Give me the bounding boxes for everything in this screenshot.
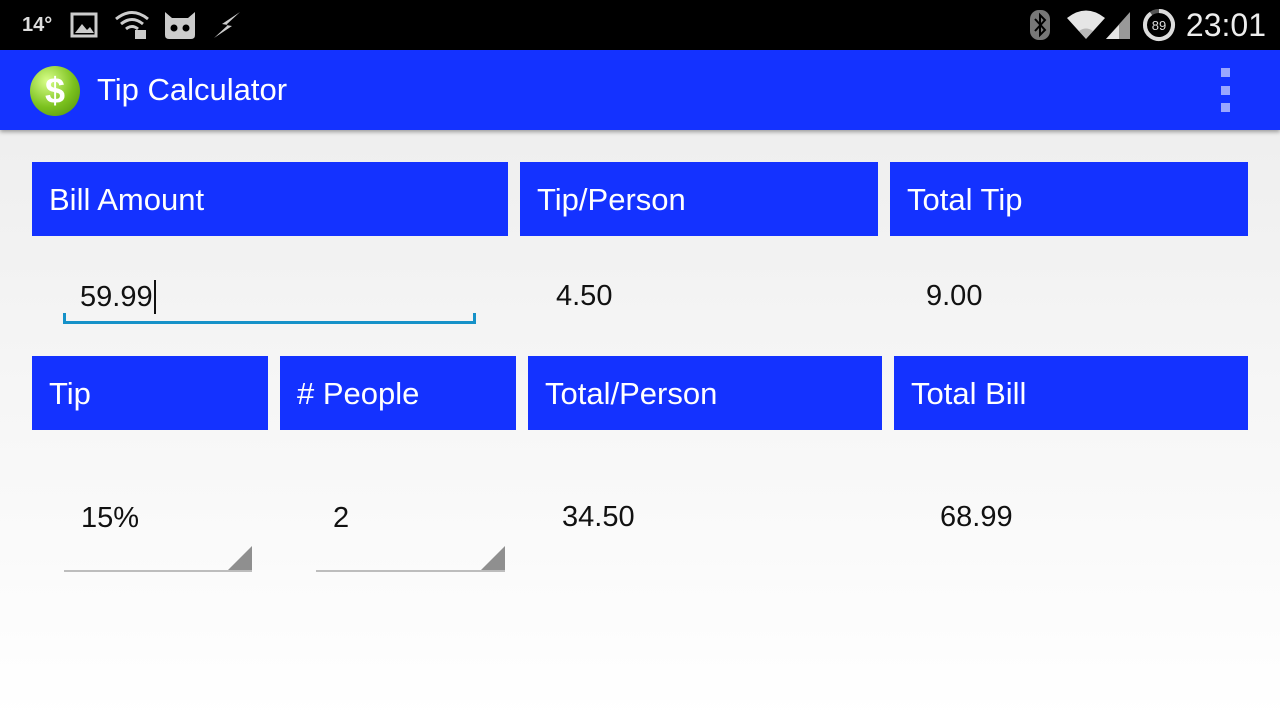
app-bar: $ Tip Calculator [0, 50, 1280, 130]
wifi-lock-icon [114, 0, 150, 50]
app-title: Tip Calculator [97, 72, 288, 107]
more-vert-icon[interactable] [1210, 68, 1240, 112]
total-bill-header: Total Bill [894, 356, 1248, 430]
total-per-person-header: Total/Person [528, 356, 882, 430]
tip-header: Tip [32, 356, 268, 430]
battery-icon: 89 [1142, 0, 1176, 50]
total-per-person-value: 34.50 [562, 501, 635, 533]
total-tip-value: 9.00 [926, 280, 983, 312]
bill-amount-value[interactable]: 59.99 [80, 280, 156, 314]
image-icon [70, 0, 98, 50]
people-value: 2 [333, 502, 350, 534]
tip-per-person-header: Tip/Person [520, 162, 878, 236]
total-bill-value: 68.99 [940, 501, 1013, 533]
dollar-coin-icon: $ [30, 66, 80, 116]
spinner-arrow-icon [228, 546, 252, 570]
cyanogen-icon [162, 0, 198, 50]
total-tip-header: Total Tip [890, 162, 1248, 236]
bluetooth-icon [1030, 0, 1050, 50]
tip-percent-spinner[interactable]: 15% [64, 502, 252, 572]
status-bar: 14° 89 23:01 [0, 0, 1280, 50]
bill-amount-input[interactable]: 59.99 [63, 270, 476, 324]
tip-percent-value: 15% [81, 502, 140, 534]
clock: 23:01 [1185, 6, 1266, 43]
temperature-label: 14° [22, 13, 53, 36]
cell-signal-icon [1104, 0, 1132, 50]
bill-amount-header: Bill Amount [32, 162, 508, 236]
tip-per-person-value: 4.50 [556, 280, 613, 312]
people-spinner[interactable]: 2 [316, 502, 505, 572]
battery-level: 89 [1152, 18, 1166, 33]
wifi-icon [1066, 0, 1106, 50]
spinner-arrow-icon [481, 546, 505, 570]
people-header: # People [280, 356, 516, 430]
flash-icon [212, 0, 242, 50]
